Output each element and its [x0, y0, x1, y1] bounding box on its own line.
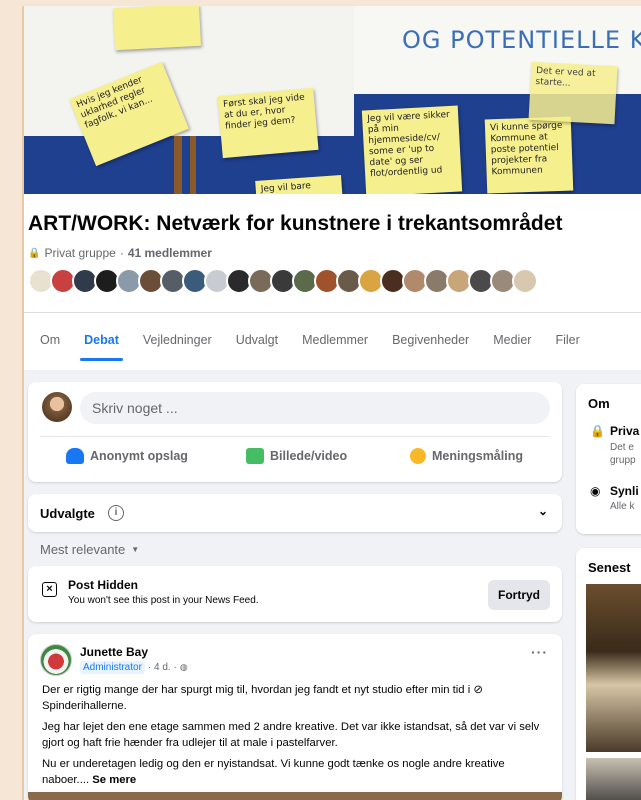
about-title: Om [588, 396, 610, 411]
sticky-note: Jeg vil bare prøve [255, 175, 343, 194]
featured-section[interactable]: Udvalgte i ⌄ [28, 494, 562, 532]
audience-icon: ◍ [179, 662, 188, 672]
post-meta: Administrator · 4 d. · ◍ [80, 661, 188, 674]
role-badge: Administrator [80, 661, 145, 674]
feed-post: Junette Bay Administrator · 4 d. · ◍ ···… [28, 634, 562, 800]
easel [174, 136, 182, 194]
visible-title: Synli [610, 484, 639, 498]
tab-om[interactable]: Om [28, 324, 72, 361]
sticky-note: Det er ved at starte... [528, 61, 618, 125]
private-title: Priva [610, 424, 640, 438]
anonymous-post-label: Anonymt opslag [90, 449, 188, 463]
tab-filer[interactable]: Filer [543, 324, 591, 361]
tab-medier[interactable]: Medier [481, 324, 543, 361]
more-options-icon[interactable]: ··· [531, 644, 548, 660]
post-paragraph: Jeg har lejet den ene etage sammen med 2… [42, 721, 540, 749]
post-paragraph: Der er rigtig mange der har spurgt mig t… [42, 684, 483, 712]
write-something-input[interactable]: Skriv noget ... [80, 392, 550, 424]
private-description: Det e grupp [610, 442, 636, 466]
tab-begivenheder[interactable]: Begivenheder [380, 324, 481, 361]
author-name[interactable]: Junette Bay [80, 645, 148, 659]
tab-debat[interactable]: Debat [72, 324, 131, 361]
avatar[interactable] [512, 268, 538, 294]
tab-udvalgt[interactable]: Udvalgt [224, 324, 290, 361]
sticky-note: Jeg vil være sikker på min hjemmeside/cv… [361, 105, 463, 194]
caret-down-icon: ▼ [131, 545, 140, 554]
sort-dropdown[interactable]: Mest relevante ▼ [40, 542, 139, 557]
poll-icon [410, 448, 426, 464]
group-tabs: Om Debat Vejledninger Udvalgt Medlemmer … [28, 324, 592, 361]
incognito-icon [66, 448, 84, 464]
facebook-group-page: OG POTENTIELLE KU Hvis jeg kender uklarh… [22, 6, 641, 800]
meta-separator: · [119, 246, 124, 260]
group-member-count[interactable]: 41 medlemmer [128, 246, 212, 260]
divider [24, 312, 641, 313]
group-privacy[interactable]: Privat gruppe [44, 246, 115, 260]
post-composer: Skriv noget ... Anonymt opslag Billede/v… [28, 382, 562, 482]
divider [40, 436, 550, 437]
photo-video-label: Billede/video [270, 449, 348, 463]
chevron-down-icon[interactable]: ⌄ [538, 504, 548, 518]
author-avatar[interactable] [40, 644, 72, 676]
avatar[interactable] [42, 392, 72, 422]
cover-title-text: OG POTENTIELLE KU [402, 26, 641, 54]
visible-description: Alle k [610, 501, 635, 512]
photo-video-button[interactable]: Billede/video [246, 448, 347, 464]
tab-vejledninger[interactable]: Vejledninger [131, 324, 224, 361]
post-body: Der er rigtig mange der har spurgt mig t… [42, 682, 552, 793]
hidden-post-subtitle: You won't see this post in your News Fee… [68, 595, 259, 606]
eye-icon: ◉ [590, 484, 601, 498]
post-time[interactable]: · 4 d. · [148, 662, 177, 673]
recent-media-card: Senest [576, 548, 641, 800]
group-meta: 🔒 Privat gruppe · 41 medlemmer [28, 246, 212, 260]
anonymous-post-button[interactable]: Anonymt opslag [66, 448, 188, 464]
group-title[interactable]: ART/WORK: Netværk for kunstnere i trekan… [28, 212, 562, 236]
tab-medlemmer[interactable]: Medlemmer [290, 324, 380, 361]
undo-button[interactable]: Fortryd [488, 580, 550, 610]
hidden-post-title: Post Hidden [68, 578, 139, 592]
photo-icon [246, 448, 264, 464]
lock-icon: 🔒 [590, 424, 605, 438]
sticky-note: Vi kunne spørge Kommune at poste potenti… [484, 116, 574, 194]
hide-icon: × [42, 582, 57, 597]
featured-label: Udvalgte [40, 506, 95, 521]
post-paragraph: Nu er underetagen ledig og den er nyista… [42, 756, 552, 788]
about-card: Om 🔒 Priva Det e grupp ◉ Synli Alle k [576, 384, 641, 534]
sticky-note [112, 6, 202, 51]
poll-button[interactable]: Meningsmåling [410, 448, 523, 464]
recent-media-thumbnail[interactable] [586, 758, 641, 800]
post-image[interactable] [28, 792, 562, 800]
poll-label: Meningsmåling [432, 449, 523, 463]
hidden-post-notice: × Post Hidden You won't see this post in… [28, 566, 562, 622]
recent-media-thumbnail[interactable] [586, 584, 641, 752]
easel [190, 136, 196, 194]
sticky-note: Først skal jeg vide at du er, hvor finde… [217, 87, 319, 159]
info-icon[interactable]: i [108, 505, 124, 521]
recent-media-title: Senest [588, 560, 631, 575]
sort-label: Mest relevante [40, 542, 126, 557]
see-more-link[interactable]: Se mere [92, 774, 136, 786]
lock-icon: 🔒 [28, 247, 41, 259]
cover-photo[interactable]: OG POTENTIELLE KU Hvis jeg kender uklarh… [24, 6, 641, 194]
